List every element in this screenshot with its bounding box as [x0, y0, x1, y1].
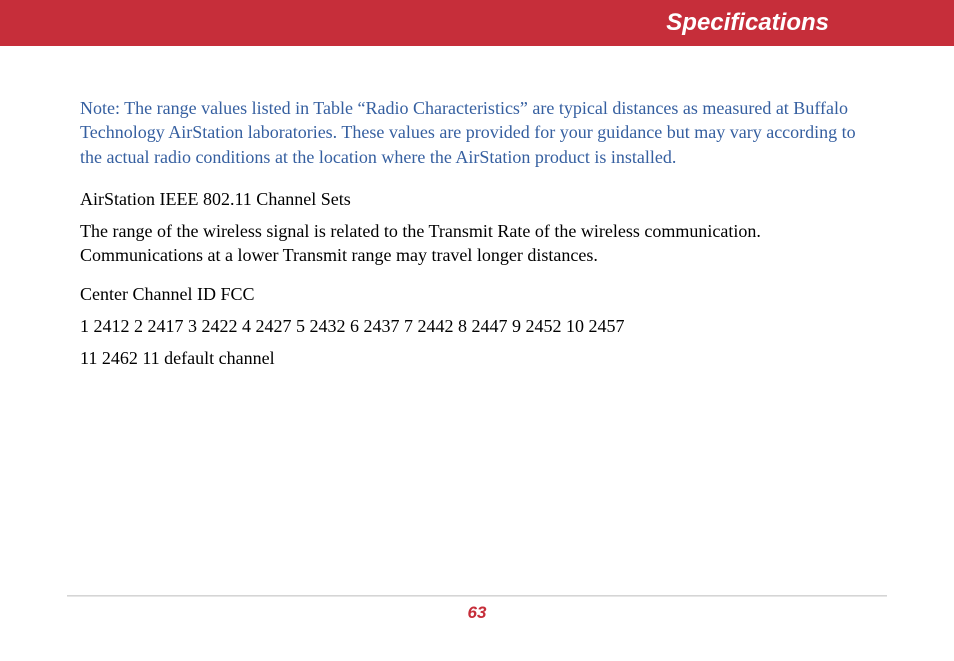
footer: 63 [0, 595, 954, 623]
center-channel-heading: Center Channel ID FCC [80, 282, 874, 306]
range-paragraph: The range of the wireless signal is rela… [80, 219, 874, 268]
page-number: 63 [468, 603, 487, 623]
note-paragraph: Note: The range values listed in Table “… [80, 96, 874, 169]
page-title: Specifications [666, 9, 829, 37]
channels-list-line1: 1 2412 2 2417 3 2422 4 2427 5 2432 6 243… [80, 314, 874, 338]
channels-list-line2: 11 2462 11 default channel [80, 346, 874, 370]
header-bar: Specifications [0, 0, 954, 46]
footer-divider [67, 595, 887, 597]
channel-sets-heading: AirStation IEEE 802.11 Channel Sets [80, 187, 874, 211]
content-area: Note: The range values listed in Table “… [0, 46, 954, 371]
